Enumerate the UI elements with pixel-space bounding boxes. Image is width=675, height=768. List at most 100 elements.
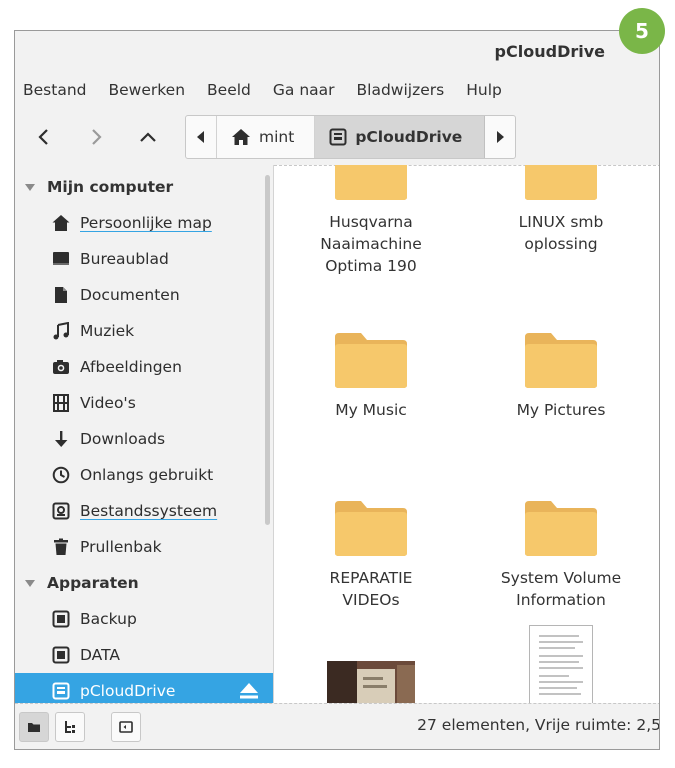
sidebar-heading-label: Mijn computer — [47, 178, 174, 196]
file-item-image[interactable] — [286, 661, 456, 705]
sidebar-item-label: Video's — [80, 394, 136, 412]
step-number-badge: 5 — [619, 8, 665, 54]
tree-view-icon — [65, 720, 75, 733]
crumb-mint[interactable]: mint — [216, 116, 314, 158]
sidebar-item-label: Bureaublad — [80, 250, 169, 268]
status-bar: 27 elementen, Vrije ruimte: 2,5 — [15, 703, 659, 749]
sidebar-scrollbar[interactable] — [265, 175, 270, 525]
folder-icon — [525, 165, 597, 200]
sidebar-item-muziek[interactable]: Muziek — [15, 313, 273, 349]
file-name-line: Husqvarna — [329, 213, 413, 231]
crumb-pclouddrive[interactable]: pCloudDrive — [314, 116, 486, 158]
sidebar-item-afbeeldingen[interactable]: Afbeeldingen — [15, 349, 273, 385]
file-item[interactable]: System Volume Information — [476, 499, 646, 611]
file-item[interactable]: LINUX smb oplossing — [476, 165, 646, 255]
desktop-icon — [52, 250, 70, 268]
home-icon — [232, 129, 250, 145]
sidebar-item-label: Downloads — [80, 430, 166, 448]
sidebar-item-onlangs-gebruikt[interactable]: Onlangs gebruikt — [15, 457, 273, 493]
download-arrow-icon — [52, 430, 70, 448]
sidebar-item-label: Onlangs gebruikt — [80, 466, 214, 484]
camera-icon — [52, 358, 70, 376]
clock-icon — [52, 466, 70, 484]
folder-icon — [335, 501, 407, 556]
sidebar-heading-label: Apparaten — [47, 574, 139, 592]
forward-arrow-icon — [92, 129, 102, 145]
sidebar-item-label: Documenten — [80, 286, 180, 304]
file-item[interactable]: My Music — [286, 331, 456, 421]
drive-icon — [52, 646, 70, 664]
file-name-line: Naaimachine — [320, 235, 422, 253]
folder-small-icon — [28, 722, 40, 732]
back-button[interactable] — [25, 118, 63, 156]
title-bar[interactable]: pCloudDrive — [15, 31, 659, 71]
crumb-label: mint — [259, 128, 295, 146]
file-name-line: VIDEOs — [342, 591, 400, 609]
file-item[interactable]: Husqvarna Naaimachine Optima 190 — [286, 165, 456, 277]
sidebar-item-data[interactable]: DATA — [15, 637, 273, 673]
path-bar: mint pCloudDrive — [185, 115, 517, 159]
file-name: LINUX smb oplossing — [519, 211, 604, 255]
drive-icon — [52, 682, 70, 700]
sidebar-item-prullenbak[interactable]: Prullenbak — [15, 529, 273, 565]
file-name: My Music — [335, 399, 407, 421]
file-manager-window: pCloudDrive Bestand Bewerken Beeld Ga na… — [14, 30, 660, 750]
sidebar-item-backup[interactable]: Backup — [15, 601, 273, 637]
file-item-document[interactable] — [476, 625, 646, 705]
sidebar-heading-apparaten[interactable]: Apparaten — [15, 565, 273, 601]
folder-icon — [335, 333, 407, 388]
menu-bar: Bestand Bewerken Beeld Ga naar Bladwijze… — [15, 71, 659, 109]
file-item[interactable]: REPARATIE VIDEOs — [286, 499, 456, 611]
sidebar-item-downloads[interactable]: Downloads — [15, 421, 273, 457]
music-note-icon — [52, 322, 70, 340]
sidebar-item-label: pCloudDrive — [80, 682, 176, 700]
sidebar-item-bureaublad[interactable]: Bureaublad — [15, 241, 273, 277]
up-arrow-icon — [140, 132, 156, 142]
show-tree-button[interactable] — [55, 711, 85, 742]
sidebar-item-label: Afbeeldingen — [80, 358, 182, 376]
expander-down-icon — [25, 183, 35, 191]
file-name-line: My Music — [335, 401, 407, 419]
file-name-line: REPARATIE — [329, 569, 413, 587]
menu-bewerken[interactable]: Bewerken — [108, 81, 185, 99]
file-item[interactable]: My Pictures — [476, 331, 646, 421]
file-name: REPARATIE VIDEOs — [330, 567, 413, 611]
sidebar-toggle-icon — [119, 720, 133, 733]
document-icon — [52, 286, 70, 304]
file-name-line: Optima 190 — [325, 257, 417, 275]
sidebar-item-label: Bestandssysteem — [80, 502, 218, 520]
sidebar-item-label: Prullenbak — [80, 538, 162, 556]
up-button[interactable] — [129, 118, 167, 156]
document-thumbnail-icon — [529, 625, 593, 705]
path-scroll-left-button[interactable] — [186, 116, 216, 158]
menu-hulp[interactable]: Hulp — [466, 81, 502, 99]
file-name: Husqvarna Naaimachine Optima 190 — [320, 211, 422, 277]
folder-icon — [335, 165, 407, 200]
file-name-line: My Pictures — [516, 401, 606, 419]
menu-ga-naar[interactable]: Ga naar — [273, 81, 335, 99]
path-scroll-right-button[interactable] — [485, 116, 515, 158]
sidebar-heading-mijn-computer[interactable]: Mijn computer — [15, 169, 273, 205]
trash-icon — [52, 538, 70, 556]
triangle-left-icon — [197, 131, 204, 143]
home-icon — [52, 214, 70, 232]
sidebar-item-documenten[interactable]: Documenten — [15, 277, 273, 313]
file-view: Husqvarna Naaimachine Optima 190 LINUX s… — [273, 165, 659, 705]
toggle-sidebar-button[interactable] — [111, 711, 141, 742]
show-places-button[interactable] — [19, 711, 49, 742]
sidebar-item-bestandssysteem[interactable]: Bestandssysteem — [15, 493, 273, 529]
window-title: pCloudDrive — [494, 41, 605, 61]
folder-icon — [525, 333, 597, 388]
sidebar-item-label: Persoonlijke map — [80, 214, 212, 232]
menu-bladwijzers[interactable]: Bladwijzers — [357, 81, 445, 99]
eject-icon[interactable] — [239, 682, 259, 700]
forward-button[interactable] — [77, 118, 115, 156]
menu-bestand[interactable]: Bestand — [23, 81, 86, 99]
sidebar-item-label: Backup — [80, 610, 137, 628]
sidebar-item-persoonlijke-map[interactable]: Persoonlijke map — [15, 205, 273, 241]
menu-beeld[interactable]: Beeld — [207, 81, 251, 99]
file-name: My Pictures — [517, 399, 606, 421]
sidebar-item-videos[interactable]: Video's — [15, 385, 273, 421]
main-area: Mijn computer Persoonlijke map Bureaubla… — [15, 165, 659, 709]
sidebar: Mijn computer Persoonlijke map Bureaubla… — [15, 165, 273, 709]
